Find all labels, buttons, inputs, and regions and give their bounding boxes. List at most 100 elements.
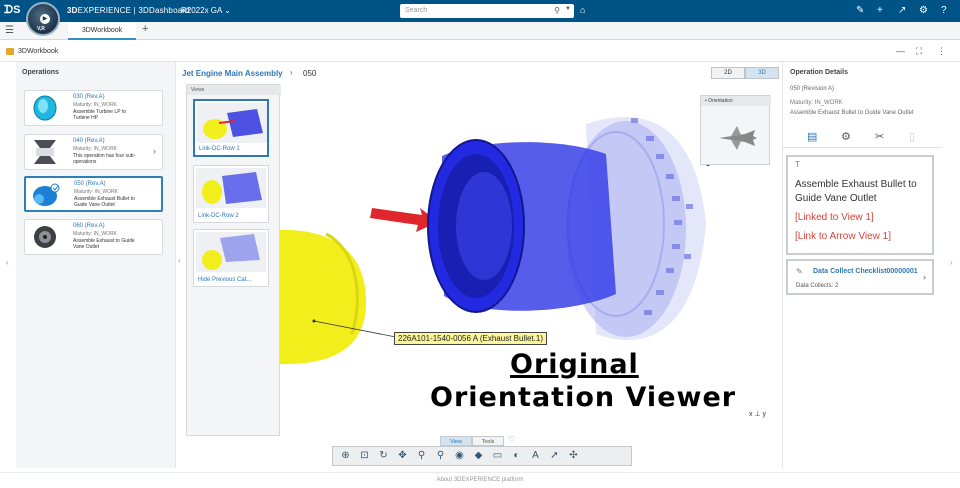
link-view-1[interactable]: [Linked to View 1] [795, 212, 874, 223]
orientation-heading: ▪ Orientation [701, 96, 771, 106]
chevron-down-icon: ⌄ [224, 6, 231, 15]
view-thumbnail-image [196, 168, 266, 208]
favorite-icon[interactable]: ♡ [508, 435, 515, 444]
details-revision: 050 (Revision A) [790, 86, 835, 92]
operations-heading: Operations [22, 69, 59, 76]
add-tab-button[interactable]: + [142, 23, 148, 35]
operation-card[interactable]: 030 (Rev.A) Maturity: IN_WORK Assemble T… [24, 90, 163, 126]
breadcrumb-current: 050 [303, 69, 317, 78]
operations-panel: Operations 030 (Rev.A) Maturity: IN_WORK… [16, 62, 176, 468]
aircraft-icon [719, 126, 757, 150]
turbine-part-icon [33, 95, 57, 121]
toggle-3d[interactable]: 3D [745, 67, 779, 79]
views-heading: Views [187, 85, 281, 95]
toolbar-tab-tools[interactable]: Tools [472, 436, 504, 446]
help-icon[interactable]: ? [941, 5, 947, 16]
collapse-right-icon[interactable]: › [950, 258, 953, 267]
tag-icon[interactable]: ⌂ [580, 5, 585, 15]
view-thumbnail-image [197, 103, 267, 143]
zoom-in-icon[interactable]: ⚲ [412, 448, 431, 464]
collapse-views-icon[interactable]: ‹ [178, 256, 181, 265]
exhaust-core [456, 172, 512, 280]
details-heading: Operation Details [790, 69, 848, 76]
operation-card[interactable]: 060 (Rev.A) Maturity: IN_WORK Assemble E… [24, 219, 163, 255]
apps-icon[interactable]: ⚙ [919, 5, 928, 16]
collapse-left-icon[interactable]: ‹ [6, 258, 9, 267]
about-link[interactable]: About 3DEXPERIENCE platform [436, 477, 523, 483]
select-icon[interactable]: ➚ [545, 448, 564, 464]
view-cube-icon[interactable]: ◆ [469, 448, 488, 464]
operation-card-selected[interactable]: 050 (Rev.A) Maturity: IN_WORK Assemble E… [24, 176, 163, 212]
release-selector[interactable]: R2022x GA ⌄ [181, 6, 231, 15]
viewer-toolbar: View Tools ♡ ⊕ ⊡ ↻ ✥ ⚲ ⚲ ◉ ◆ ▭ ◐ A ➚ ✣ [332, 435, 632, 466]
exhaust-bullet-part [276, 229, 366, 365]
exhaust-assembly-icon [33, 183, 60, 206]
search-icon[interactable]: ⚲ [554, 6, 560, 15]
tools-icon[interactable]: ✂ [875, 130, 884, 143]
toolbar-strip: ⊕ ⊡ ↻ ✥ ⚲ ⚲ ◉ ◆ ▭ ◐ A ➚ ✣ [332, 446, 632, 466]
breadcrumb-root[interactable]: Jet Engine Main Assembly [182, 69, 283, 78]
tab-3dworkbook[interactable]: 3DWorkbook [68, 23, 136, 40]
toggle-2d[interactable]: 2D [711, 67, 745, 79]
render-style-icon[interactable]: ▭ [488, 448, 507, 464]
share-icon[interactable]: ↗ [898, 5, 906, 16]
chevron-right-icon[interactable]: › [923, 272, 926, 282]
book-icon[interactable]: ▤ [807, 130, 817, 143]
zoom-out-icon[interactable]: ⚲ [431, 448, 450, 464]
app-header: 3DWorkbook — ⛶ ⋮ [0, 40, 960, 62]
rotate-icon[interactable]: ↻ [374, 448, 393, 464]
footer: About 3DEXPERIENCE platform [0, 472, 960, 488]
fit-all-icon[interactable]: ⊕ [336, 448, 355, 464]
3d-viewer[interactable]: Views Link-DC-Row 1 Link-DC-Row 2 Hide P… [176, 84, 782, 468]
data-collect-count: Data Collects: 2 [796, 283, 839, 289]
leader-anchor [312, 319, 316, 323]
look-at-icon[interactable]: ◉ [450, 448, 469, 464]
view-thumbnail[interactable]: Link-DC-Row 2 [193, 165, 269, 223]
section-icon[interactable]: ◐ [507, 448, 526, 464]
explode-icon[interactable]: ✣ [564, 448, 583, 464]
minimize-icon[interactable]: — [896, 46, 905, 56]
operation-details-panel: Operation Details 050 (Revision A) Matur… [782, 62, 943, 468]
view-thumbnail[interactable]: Link-DC-Row 1 [193, 99, 269, 157]
menu-icon[interactable]: ☰ [5, 25, 14, 36]
more-icon[interactable]: ⋮ [937, 46, 946, 57]
pan-icon[interactable]: ✥ [393, 448, 412, 464]
ds-logo-icon[interactable]: ᗪS [4, 4, 20, 17]
details-description: Assemble Exhaust Bullet to Guide Vane Ou… [790, 110, 914, 116]
details-maturity: Maturity: IN_WORK [790, 100, 843, 106]
views-panel: Views Link-DC-Row 1 Link-DC-Row 2 Hide P… [186, 84, 281, 436]
tab-bar: ☰ 3DWorkbook + [0, 22, 960, 40]
workbook-icon [6, 48, 14, 55]
add-icon[interactable]: + [877, 5, 883, 16]
view-thumbnail[interactable]: Hide Previous Cat... [193, 229, 269, 287]
search-options-icon[interactable]: ▼ [565, 6, 571, 12]
platform-brand: 3DEXPERIENCE | 3DDashboard [67, 6, 190, 15]
chevron-right-icon[interactable]: › [153, 146, 156, 156]
play-icon: ▶ [40, 14, 50, 24]
app-title: 3DWorkbook [18, 48, 59, 55]
data-collect-card[interactable]: ✎ Data Collect Checklist00000001 Data Co… [786, 259, 934, 295]
orientation-viewer[interactable]: ▪ Orientation [700, 95, 771, 165]
maximize-icon[interactable]: ⛶ [916, 46, 922, 57]
toolbar-tab-view[interactable]: View [440, 436, 472, 446]
instruction-text: Assemble Exhaust Bullet to Guide Vane Ou… [795, 179, 917, 204]
data-collect-title[interactable]: Data Collect Checklist00000001 [813, 268, 918, 275]
overlay-title-line1: Original [510, 349, 639, 380]
link-arrow-view-1[interactable]: [Link to Arrow View 1] [795, 231, 891, 242]
text-type-icon: T [795, 160, 800, 169]
compass-button[interactable]: ▶ V,R [26, 2, 60, 36]
part-label[interactable]: 226A101-1540-0056 A (Exhaust Bullet.1) [394, 332, 547, 345]
suboperations-icon [34, 140, 56, 164]
axis-triad: x ⊥ y [749, 411, 766, 418]
parts-icon[interactable]: ⚙ [841, 130, 851, 143]
zoom-box-icon[interactable]: ⊡ [355, 448, 374, 464]
pencil-icon: ✎ [796, 267, 803, 276]
viewer-header: Jet Engine Main Assembly › 050 2D 3D [176, 62, 782, 84]
operation-card[interactable]: 040 (Rev.A) Maturity: IN_WORK This opera… [24, 134, 163, 170]
notifications-icon[interactable]: ✎ [856, 5, 864, 16]
search-input[interactable]: Search ⚲ ▼ [400, 4, 574, 18]
document-icon[interactable]: ▯ [909, 130, 915, 143]
annotation-icon[interactable]: A [526, 448, 545, 464]
instruction-note[interactable]: T Assemble Exhaust Bullet to Guide Vane … [786, 155, 934, 255]
details-toolbar: ▤ ⚙ ✂ ▯ [783, 126, 943, 148]
